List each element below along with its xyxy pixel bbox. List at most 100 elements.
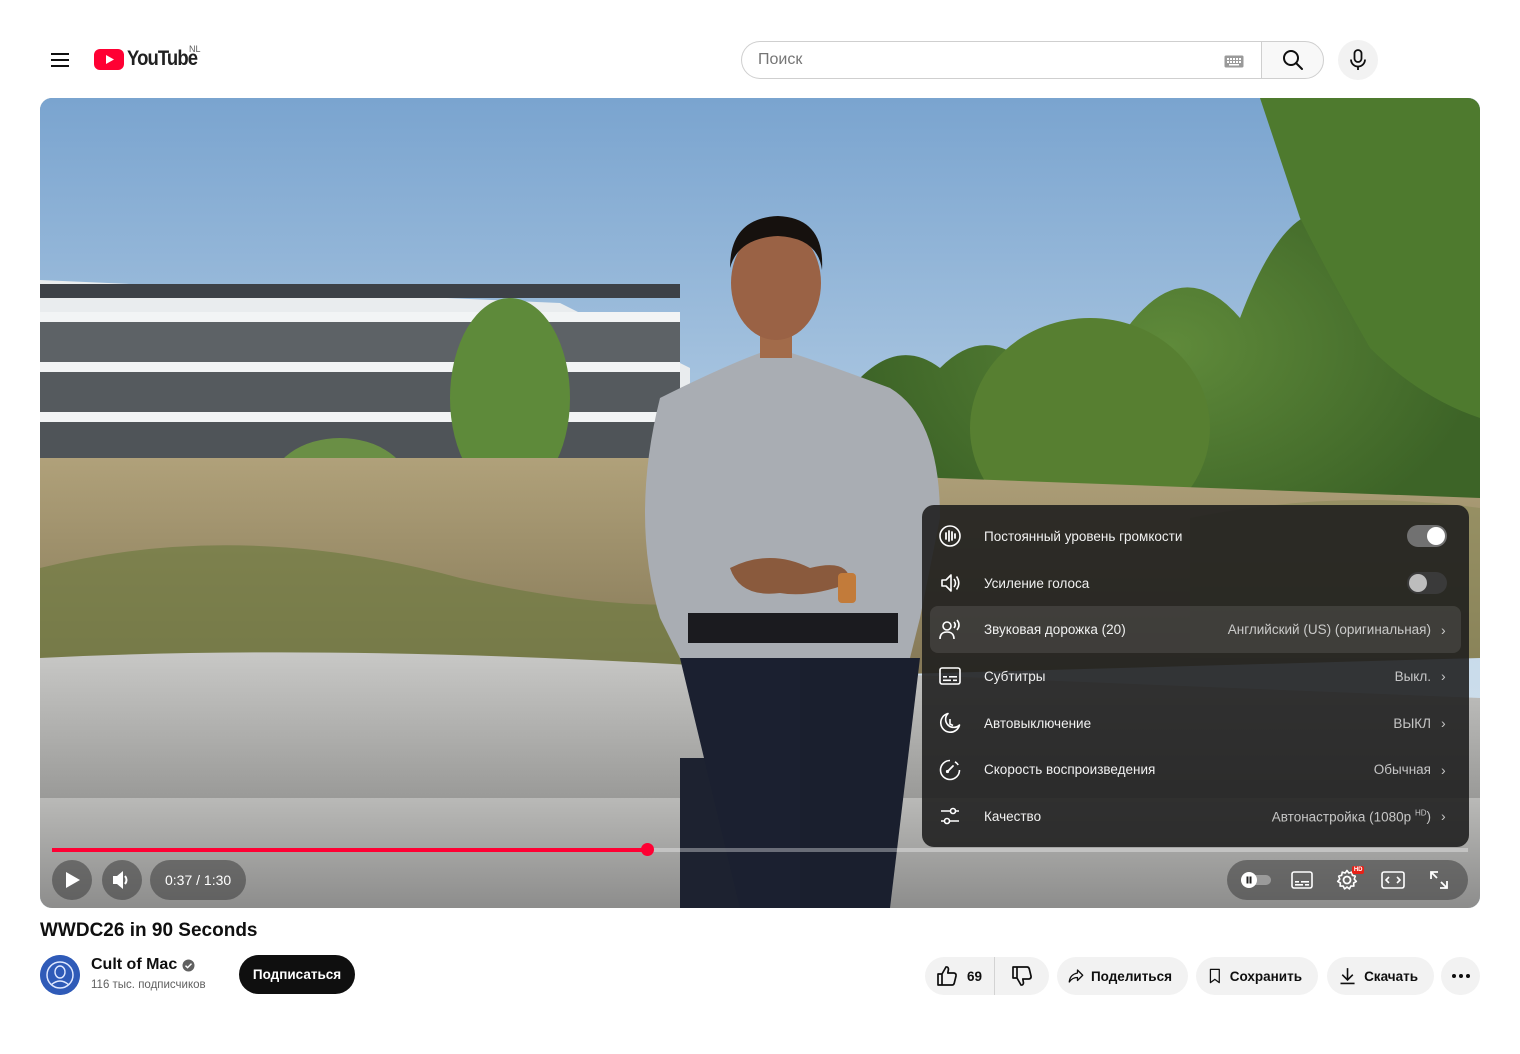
volume-button[interactable]: [102, 860, 142, 900]
theater-mode-button[interactable]: [1375, 862, 1411, 898]
logo-country-code: NL: [189, 44, 201, 54]
settings-row-subtitles[interactable]: Субтитры Выкл. ›: [930, 653, 1461, 700]
settings-row-audio-track[interactable]: Звуковая дорожка (20) Английский (US) (ор…: [930, 606, 1461, 654]
hd-badge: HD: [1351, 866, 1365, 874]
guide-menu-button[interactable]: [40, 40, 80, 80]
channel-name: Cult of Mac: [91, 956, 178, 973]
share-icon: [1068, 969, 1084, 983]
progress-bar[interactable]: [52, 843, 1468, 856]
settings-row-playback-speed[interactable]: Скорость воспроизведения Обычная ›: [930, 746, 1461, 793]
masthead: YouTube NL Поиск: [0, 0, 1520, 100]
like-dislike-group: 69: [925, 957, 1049, 995]
play-button[interactable]: [52, 860, 92, 900]
progress-scrubber-handle[interactable]: [640, 843, 654, 856]
settings-row-value: Выкл.: [1395, 669, 1431, 684]
stable-volume-icon: [938, 524, 962, 548]
more-actions-button[interactable]: [1441, 957, 1480, 995]
settings-row-value-suffix: HD): [1411, 808, 1432, 825]
subtitles-icon: [1290, 871, 1313, 889]
download-icon: [1340, 968, 1355, 985]
download-button[interactable]: Скачать: [1327, 957, 1434, 995]
channel-name-link[interactable]: Cult of Mac: [91, 956, 195, 974]
settings-row-value-text: Выкл.: [1394, 668, 1431, 684]
youtube-play-logo-icon: [94, 48, 124, 70]
chevron-right-icon: ›: [1441, 668, 1446, 685]
toggle-knob: [1427, 527, 1445, 546]
subscriber-count: 116 тыс. подписчиков: [91, 979, 206, 991]
right-controls: HD: [1227, 860, 1468, 900]
settings-row-label: Звуковая дорожка (20): [984, 622, 1126, 638]
settings-menu: Постоянный уровень громкости Усиление гол…: [922, 505, 1469, 847]
hamburger-menu-icon: [51, 53, 69, 67]
progress-bar-played: [52, 848, 647, 852]
settings-row-value-text: ВЫКЛ: [1393, 715, 1431, 731]
sleep-timer-icon: [938, 711, 962, 735]
subtitles-button[interactable]: [1284, 862, 1320, 898]
search-placeholder: Поиск: [758, 51, 803, 68]
settings-row-label: Субтитры: [984, 668, 1046, 684]
search-icon: [1282, 50, 1303, 70]
thumbs-down-icon: [1012, 966, 1032, 986]
playback-speed-icon: [938, 758, 962, 782]
chevron-right-icon: ›: [1441, 808, 1446, 825]
like-button[interactable]: 69: [925, 957, 995, 995]
settings-row-label: Автовыключение: [984, 715, 1092, 731]
more-horizontal-icon: [1451, 974, 1470, 978]
voice-boost-icon: [938, 571, 962, 595]
microphone-icon: [1350, 49, 1366, 70]
settings-row-stable-volume[interactable]: Постоянный уровень громкости: [930, 513, 1461, 560]
channel-avatar[interactable]: [40, 955, 80, 995]
time-display: 0:37 / 1:30: [150, 860, 247, 900]
download-label: Скачать: [1364, 968, 1418, 984]
keyboard-icon[interactable]: [1224, 55, 1244, 68]
share-label: Поделиться: [1090, 968, 1172, 984]
settings-row-label: Усиление голоса: [984, 575, 1090, 591]
voice-search-button[interactable]: [1338, 40, 1378, 80]
save-button[interactable]: Сохранить: [1196, 957, 1318, 995]
save-label: Сохранить: [1229, 968, 1302, 984]
settings-button[interactable]: HD: [1329, 862, 1365, 898]
video-title: WWDC26 in 90 Seconds: [40, 920, 258, 941]
video-player[interactable]: 0:37 / 1:30 HD Постоянный уровень громко…: [40, 98, 1480, 908]
like-count: 69: [967, 968, 983, 984]
share-button[interactable]: Поделиться: [1057, 957, 1188, 995]
settings-row-value: Автонастройка (1080p HD): [1272, 809, 1431, 825]
settings-row-label: Скорость воспроизведения: [984, 762, 1156, 778]
settings-row-voice-boost[interactable]: Усиление голоса: [930, 560, 1461, 607]
settings-row-value-text: Английский (US) (оригинальная): [1227, 622, 1431, 638]
subscribe-button[interactable]: Подписаться: [239, 955, 355, 994]
play-icon: [66, 872, 80, 888]
toggle-knob: [1409, 574, 1427, 593]
theater-mode-icon: [1381, 871, 1406, 889]
autoplay-toggle-icon: [1240, 872, 1271, 888]
autoplay-toggle[interactable]: [1238, 862, 1274, 898]
hd-superscript: HD: [1414, 808, 1427, 818]
settings-row-value-text: Автонастройка (1080p: [1271, 809, 1412, 825]
dislike-button[interactable]: [995, 957, 1049, 995]
settings-row-sleep-timer[interactable]: Автовыключение ВЫКЛ ›: [930, 700, 1461, 747]
settings-row-value: Обычная: [1374, 762, 1431, 777]
fullscreen-button[interactable]: [1421, 862, 1457, 898]
search-input[interactable]: Поиск: [741, 41, 1262, 79]
chevron-right-icon: ›: [1441, 761, 1446, 778]
chevron-right-icon: ›: [1441, 715, 1446, 732]
fullscreen-icon: [1430, 871, 1448, 889]
volume-icon: [113, 871, 128, 889]
settings-toggle-switch[interactable]: [1407, 525, 1447, 548]
settings-row-label: Постоянный уровень громкости: [984, 528, 1183, 544]
audio-track-icon: [938, 618, 962, 642]
settings-row-value: Английский (US) (оригинальная): [1228, 622, 1431, 637]
settings-row-quality[interactable]: Качество Автонастройка (1080p HD) ›: [930, 793, 1461, 840]
subtitles-icon: [938, 664, 962, 688]
quality-icon: [938, 804, 962, 828]
settings-row-value-text: Обычная: [1373, 762, 1431, 778]
verified-badge-icon: [182, 959, 195, 972]
search-button[interactable]: [1261, 41, 1324, 79]
thumbs-up-icon: [937, 966, 957, 986]
channel-avatar-icon: [40, 955, 80, 995]
value-tail: ): [1426, 809, 1432, 825]
logo-wordmark: YouTube: [127, 47, 198, 70]
settings-row-value: ВЫКЛ: [1393, 716, 1431, 731]
chevron-right-icon: ›: [1441, 621, 1446, 638]
settings-toggle-switch[interactable]: [1407, 572, 1447, 595]
